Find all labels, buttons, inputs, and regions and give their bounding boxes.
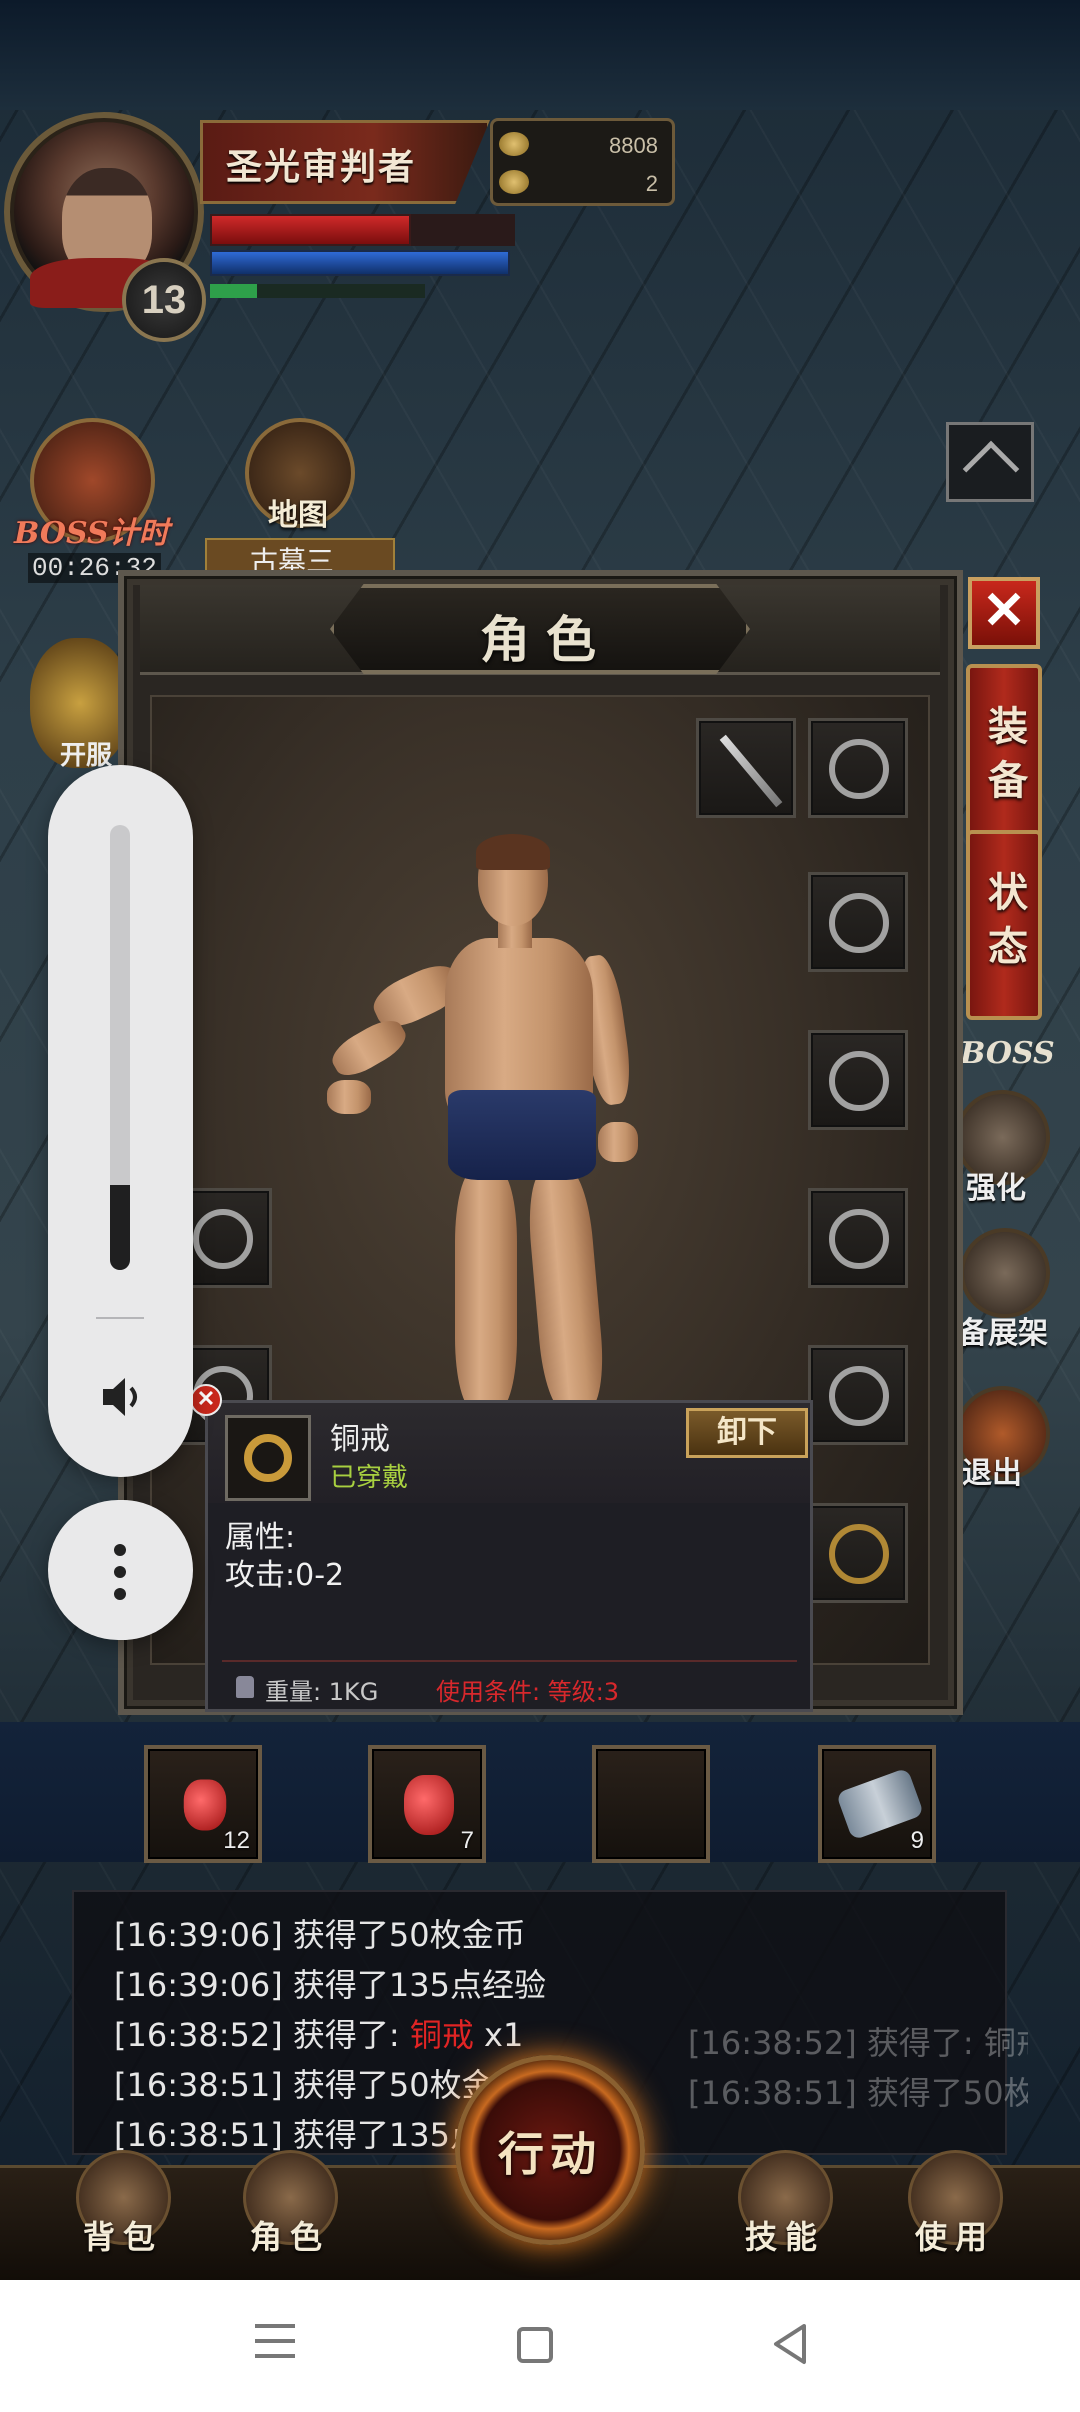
quickbar-slot-1[interactable]: 12 bbox=[144, 1745, 262, 1863]
item-requirement: 使用条件: 等级:3 bbox=[436, 1678, 620, 1706]
character-hair bbox=[476, 834, 550, 870]
mp-bar bbox=[210, 250, 510, 276]
ring-icon bbox=[829, 1366, 889, 1426]
collapse-up-button[interactable] bbox=[946, 422, 1034, 502]
home-icon[interactable] bbox=[517, 2327, 553, 2363]
belt-icon bbox=[829, 1209, 889, 1269]
volume-divider bbox=[96, 1317, 144, 1319]
gold-coin-icon bbox=[499, 132, 529, 156]
item-count: 9 bbox=[910, 1827, 924, 1854]
item-icon bbox=[225, 1415, 311, 1501]
slot-helmet[interactable] bbox=[808, 718, 908, 818]
boots-icon bbox=[193, 1209, 253, 1269]
boss-timer-label: BOSS计时 bbox=[14, 516, 169, 551]
ingot-row: 2 bbox=[493, 165, 672, 203]
chat-ghost-line: [16:38:52] 获得了: 铜戒 x1 bbox=[688, 2024, 1028, 2062]
tooltip-divider bbox=[222, 1660, 797, 1662]
character-shorts bbox=[448, 1090, 596, 1180]
tab-equipment[interactable]: 装备 bbox=[966, 664, 1042, 854]
chat-line: [16:38:51] 获得了50枚金币 bbox=[114, 2066, 526, 2104]
item-weight: 重量: 1KG bbox=[265, 1678, 379, 1706]
small-hp-potion-icon bbox=[183, 1779, 227, 1831]
nav-skill-label: 技能 bbox=[744, 2218, 825, 2256]
character-hand-left bbox=[327, 1080, 371, 1114]
top-banner bbox=[0, 0, 1080, 110]
item-status: 已穿戴 bbox=[330, 1463, 409, 1493]
chat-ghost-line: [16:38:51] 获得了50枚金币 bbox=[688, 2074, 1028, 2112]
attribute-value: 攻击:0-2 bbox=[225, 1558, 345, 1593]
item-name: 铜戒 bbox=[330, 1422, 390, 1457]
slot-bracer[interactable] bbox=[808, 1030, 908, 1130]
map-label: 地图 bbox=[268, 498, 328, 533]
ingot-amount: 2 bbox=[645, 171, 658, 196]
sword-icon bbox=[719, 734, 783, 808]
necklace-icon bbox=[829, 893, 889, 953]
character-leg-left bbox=[455, 1170, 517, 1410]
unequip-button[interactable]: 卸下 bbox=[686, 1408, 808, 1458]
slot-weapon[interactable] bbox=[696, 718, 796, 818]
hp-bar-empty bbox=[411, 214, 515, 246]
nav-role-button[interactable]: 角色 bbox=[215, 2150, 365, 2270]
player-name: 圣光审判者 bbox=[226, 147, 417, 188]
copper-ring-icon bbox=[829, 1524, 889, 1584]
slot-necklace[interactable] bbox=[808, 872, 908, 972]
large-hp-potion-icon bbox=[404, 1775, 454, 1835]
chat-item-name[interactable]: 铜戒 bbox=[410, 2016, 474, 2054]
quickbar-slot-2[interactable]: 7 bbox=[368, 1745, 486, 1863]
nav-skill-button[interactable]: 技能 bbox=[710, 2150, 860, 2270]
action-label: 行动 bbox=[498, 2127, 602, 2181]
slot-belt[interactable] bbox=[808, 1188, 908, 1288]
display-rack-label: 备展架 bbox=[958, 1316, 1048, 1351]
quickbar-slot-4[interactable]: 9 bbox=[818, 1745, 936, 1863]
copper-ring-icon bbox=[244, 1434, 292, 1482]
nav-use-label: 使用 bbox=[914, 2218, 995, 2256]
ingot-icon bbox=[499, 170, 529, 194]
hp-bar bbox=[210, 214, 411, 246]
slot-ring-equipped[interactable] bbox=[808, 1503, 908, 1603]
more-vertical-icon bbox=[114, 1544, 126, 1600]
xp-bar-empty bbox=[257, 284, 425, 298]
speaker-icon[interactable] bbox=[97, 1372, 147, 1422]
more-options-button[interactable] bbox=[48, 1500, 193, 1640]
tab-status[interactable]: 状态 bbox=[966, 830, 1042, 1020]
tooltip-close-button[interactable]: ✕ bbox=[190, 1384, 222, 1416]
chevron-up-icon bbox=[962, 440, 1020, 498]
chat-line: [16:39:06] 获得了135点经验 bbox=[114, 1966, 546, 2004]
nav-bag-button[interactable]: 背包 bbox=[48, 2150, 198, 2270]
slot-ring-right[interactable] bbox=[808, 1345, 908, 1445]
nav-bag-label: 背包 bbox=[82, 2218, 163, 2256]
back-icon[interactable] bbox=[770, 2322, 810, 2366]
character-hand-right bbox=[598, 1122, 638, 1162]
exit-label: 退出 bbox=[962, 1456, 1022, 1491]
quickbar-slot-3[interactable] bbox=[592, 1745, 710, 1863]
chat-line: [16:39:06] 获得了50枚金币 bbox=[114, 1916, 526, 1954]
close-panel-button[interactable]: ✕ bbox=[968, 577, 1040, 649]
panel-title: 角色 bbox=[480, 610, 612, 669]
item-count: 12 bbox=[223, 1827, 250, 1854]
item-count: 7 bbox=[460, 1827, 474, 1854]
helmet-icon bbox=[829, 739, 889, 799]
recent-apps-icon[interactable] bbox=[255, 2324, 295, 2360]
nav-use-button[interactable]: 使用 bbox=[880, 2150, 1030, 2270]
currency-box: 8808 2 bbox=[490, 118, 675, 206]
chat-line: [16:38:52] 获得了: 铜戒 x1 bbox=[114, 2016, 524, 2054]
weight-icon bbox=[236, 1676, 254, 1698]
chat-ghost-log: [16:38:52] 获得了: 铜戒 x1 [16:38:51] 获得了50枚金… bbox=[688, 2010, 1028, 2130]
nav-role-label: 角色 bbox=[249, 2218, 330, 2256]
display-rack-icon[interactable] bbox=[960, 1228, 1050, 1318]
gold-amount: 8808 bbox=[609, 133, 658, 158]
bracer-icon bbox=[829, 1051, 889, 1111]
xp-bar bbox=[210, 284, 257, 298]
gold-row: 8808 bbox=[493, 127, 672, 165]
volume-slider-fill bbox=[110, 1185, 130, 1270]
boss-side-label: BOSS bbox=[960, 1036, 1055, 1071]
enhance-label: 强化 bbox=[966, 1171, 1026, 1206]
level-badge: 13 bbox=[122, 258, 206, 342]
